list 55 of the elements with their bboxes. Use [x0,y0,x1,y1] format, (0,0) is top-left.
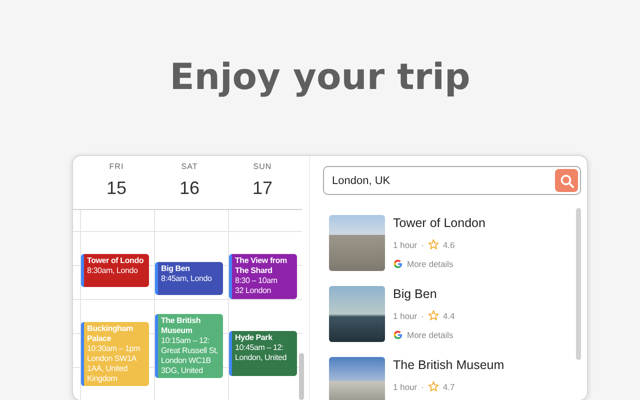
event-detail: 10:15am – 12: [161,336,211,346]
weekday-label: SAT [181,162,198,171]
event-detail: 8:30am, Londo [87,266,139,276]
search-button[interactable] [555,169,578,192]
duration-text: 1 hour [393,382,418,392]
event-title: Hyde Park [235,333,274,343]
calendar-event[interactable]: The View from The Shard 8:30 – 10am 32 London [229,254,297,299]
calendar-event[interactable]: Big Ben 8:45am, Londo [155,262,223,295]
event-title: Big Ben [161,264,191,274]
search-input: London, UK [330,174,555,188]
event-title: The View from The Shard [235,256,288,276]
weekday-label: SUN [253,162,272,171]
date-number[interactable]: 15 [106,178,127,199]
star-icon [428,239,439,250]
place-name[interactable]: Tower of London [393,216,486,231]
separator-dot: · [421,240,424,250]
calendar-event[interactable]: Hyde Park 10:45am – 12: London, United [229,331,297,376]
photo-placeholder [329,357,385,400]
rating-text: 4.6 [442,240,455,250]
event-detail: 8:30 – 10am [235,276,278,286]
event-title: Buckingham Palace [87,324,134,344]
separator-dot: · [421,382,424,392]
event-detail: 10:30am – 1pm [87,344,141,354]
event-title: Tower of Londo [87,256,145,266]
event-detail: 8:45am, Londo [161,274,213,284]
place-name[interactable]: The British Museum [393,358,504,373]
more-details-link[interactable]: More details [407,259,454,269]
g-logo-icon [393,259,403,269]
star-icon [428,310,439,321]
scrollbar[interactable] [576,208,581,360]
event-title: The British Museum [161,316,202,336]
rating-text: 4.4 [442,310,455,320]
place-name[interactable]: Big Ben [393,287,455,302]
search-icon [560,174,574,188]
duration-text: 1 hour [393,310,418,320]
calendar-event[interactable]: Tower of Londo 8:30am, Londo [81,254,149,287]
weekday-label: FRI [109,162,124,171]
photo-placeholder [329,286,385,342]
event-detail: London SW1A 1AA, United Kingdom [87,354,138,384]
star-icon [428,381,439,392]
date-number[interactable]: 17 [252,178,273,199]
photo-placeholder [329,215,385,271]
scrollbar[interactable] [299,353,304,400]
g-logo-icon [393,330,403,340]
search-field[interactable]: London, UK [323,166,581,195]
event-detail: Great Russell St, London WC1B 3DG, United [161,346,220,376]
page-heading: Enjoy your trip [170,57,470,98]
separator-dot: · [421,310,424,320]
date-number[interactable]: 16 [179,178,200,199]
duration-text: 1 hour [393,240,418,250]
event-detail: 32 London [235,286,272,296]
event-detail: London, United [235,353,288,363]
more-details-link[interactable]: More details [407,330,454,340]
event-detail: 10:45am – 12: [235,343,285,353]
rating-text: 4.7 [442,382,455,392]
